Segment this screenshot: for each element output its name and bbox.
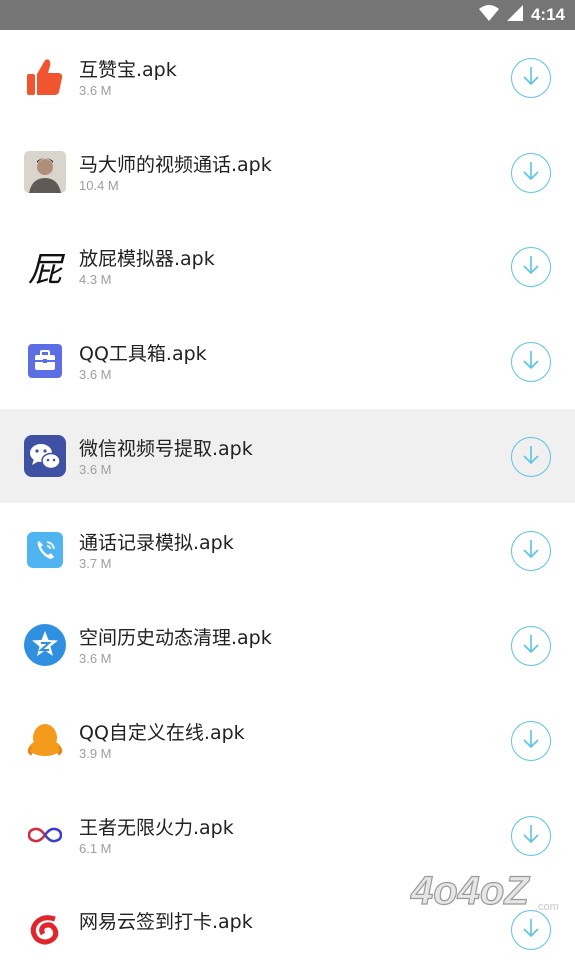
app-size: 3.7 M <box>79 556 112 572</box>
app-name: QQ自定义在线.apk <box>79 721 245 744</box>
app-name: 微信视频号提取.apk <box>79 437 253 460</box>
list-item[interactable]: QQ自定义在线.apk 3.9 M <box>0 693 575 788</box>
list-item[interactable]: 空间历史动态清理.apk 3.6 M <box>0 598 575 693</box>
status-time: 4:14 <box>530 5 565 24</box>
app-name: QQ工具箱.apk <box>79 343 207 366</box>
infinity-icon <box>24 814 66 856</box>
list-item[interactable]: QQ工具箱.apk 3.6 M <box>0 314 575 409</box>
list-item[interactable]: 屁 放屁模拟器.apk 4.3 M <box>0 219 575 314</box>
download-button[interactable] <box>511 626 551 667</box>
download-arrow-icon <box>522 66 540 90</box>
download-button[interactable] <box>511 58 551 98</box>
status-bar: 4:14 <box>0 0 575 30</box>
app-size: 3.6 M <box>79 651 112 667</box>
site-watermark: 4o4oZ .com <box>409 864 569 916</box>
wechat-icon <box>24 434 66 477</box>
download-button[interactable] <box>511 342 551 383</box>
qzone-star-icon <box>24 624 66 667</box>
app-name: 空间历史动态清理.apk <box>79 627 272 650</box>
download-button[interactable] <box>511 910 551 951</box>
app-size: 4.3 M <box>79 272 112 288</box>
list-item[interactable]: 微信视频号提取.apk 3.6 M <box>0 408 575 504</box>
app-size: 3.6 M <box>79 83 112 98</box>
calligraphy-icon: 屁 <box>28 249 62 290</box>
wifi-icon <box>478 5 499 25</box>
thumbs-up-icon <box>24 56 66 98</box>
app-name: 互赞宝.apk <box>79 59 177 81</box>
download-arrow-icon <box>522 445 540 469</box>
download-arrow-icon <box>522 824 540 848</box>
app-name: 王者无限火力.apk <box>79 816 234 839</box>
app-name: 放屁模拟器.apk <box>79 248 215 271</box>
download-button[interactable] <box>511 247 551 288</box>
portrait-icon <box>24 150 66 193</box>
download-button[interactable] <box>511 436 551 477</box>
download-arrow-icon <box>522 729 540 753</box>
signal-icon <box>506 5 523 25</box>
status-bar-right: 4:14 <box>478 0 565 30</box>
download-arrow-icon <box>522 918 540 942</box>
app-name: 通话记录模拟.apk <box>79 532 234 555</box>
download-arrow-icon <box>522 255 540 279</box>
netease-icon <box>24 908 66 950</box>
list-item[interactable]: 互赞宝.apk 3.6 M <box>0 30 575 125</box>
phone-icon <box>24 529 66 571</box>
app-size: 10.4 M <box>79 177 119 193</box>
app-size: 3.6 M <box>79 367 112 383</box>
list-item[interactable]: 马大师的视频通话.apk 10.4 M <box>0 125 575 220</box>
app-name: 马大师的视频通话.apk <box>79 153 272 176</box>
penguin-icon <box>24 719 66 761</box>
app-name: 网易云签到打卡.apk <box>79 911 253 934</box>
download-button[interactable] <box>511 152 551 193</box>
list-item[interactable]: 通话记录模拟.apk 3.7 M <box>0 503 575 598</box>
download-arrow-icon <box>522 539 540 563</box>
download-arrow-icon <box>522 350 540 374</box>
download-button[interactable] <box>511 720 551 761</box>
app-size: 3.9 M <box>79 745 112 761</box>
svg-text:4o4oZ: 4o4oZ <box>410 869 530 913</box>
app-size: 6.1 M <box>79 840 112 856</box>
download-button[interactable] <box>511 531 551 572</box>
svg-text:.com: .com <box>535 901 559 913</box>
toolbox-icon <box>24 340 66 382</box>
download-button[interactable] <box>511 815 551 856</box>
download-arrow-icon <box>522 634 540 658</box>
app-size: 3.6 M <box>79 461 112 477</box>
download-arrow-icon <box>522 161 540 185</box>
apk-list: 互赞宝.apk 3.6 M 马大师的视频通话.apk 10.4 M 屁 放屁模拟… <box>0 30 575 977</box>
